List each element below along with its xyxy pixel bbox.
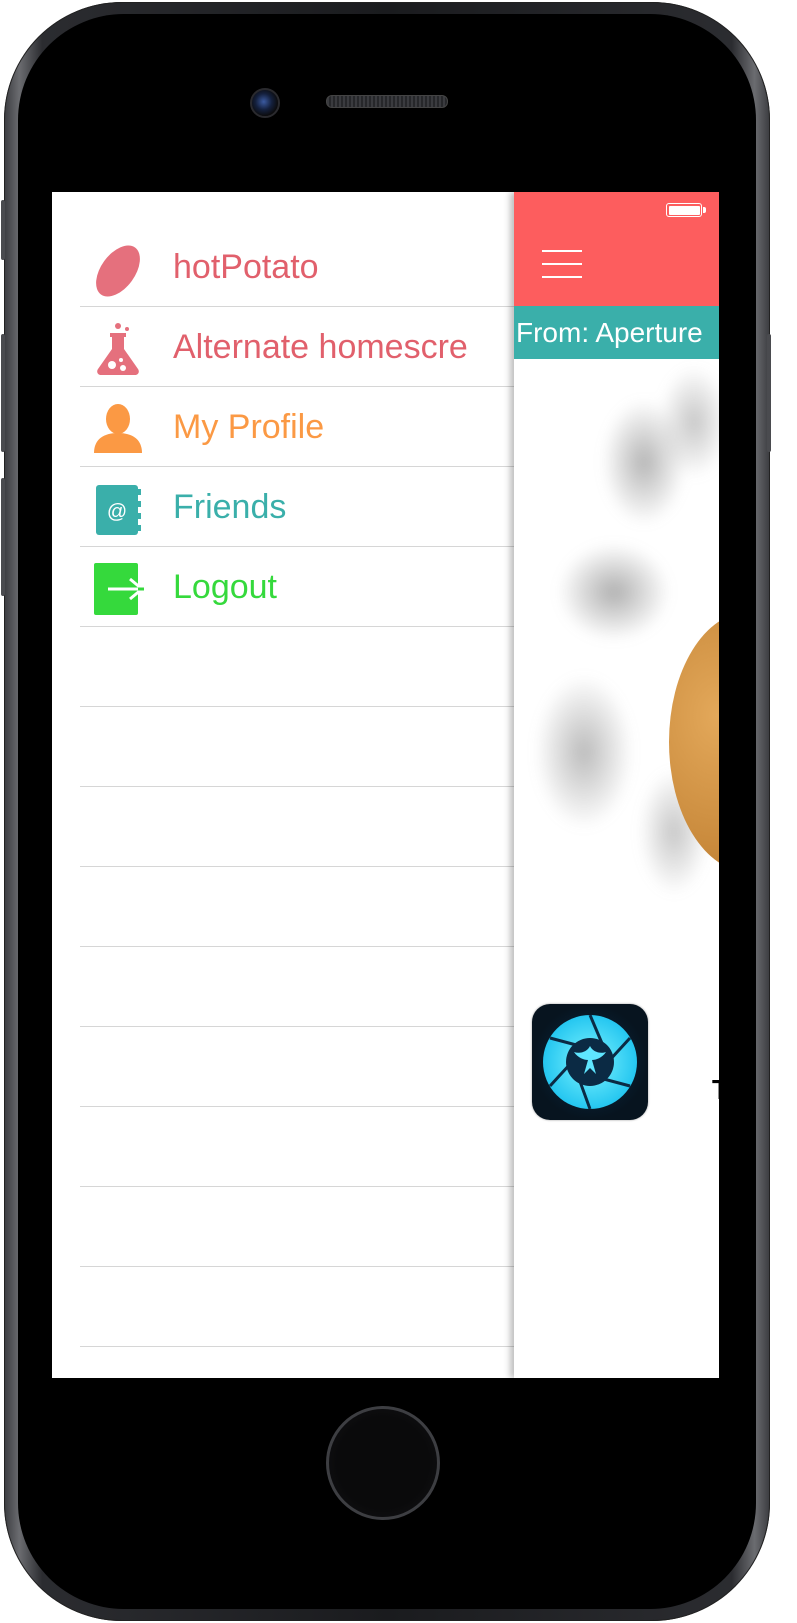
menu-label-hotpotato: hotPotato [173,248,319,286]
menu-item-hotpotato[interactable]: hotPotato [80,227,514,307]
address-book-at-glyph: @ [107,501,127,523]
menu-item-friends[interactable]: @ Friends [80,467,514,547]
hamburger-menu-button[interactable] [542,250,582,280]
mute-switch [1,200,5,260]
menu-label-alternate-homescreen: Alternate homescre [173,328,468,366]
side-menu: hotPotato Alternate homescre My Profile [52,192,514,1378]
from-banner: From: Aperture [514,306,719,359]
potato-icon [96,245,140,297]
logout-icon [94,563,144,615]
menu-label-logout: Logout [173,568,277,606]
menu-item-logout[interactable]: Logout [80,547,514,627]
main-content-panel[interactable]: From: Aperture [514,192,719,1378]
person-icon [94,404,142,453]
menu-separator [80,1026,514,1027]
earpiece-speaker [326,95,448,108]
app-screen: hotPotato Alternate homescre My Profile [52,192,719,1378]
smoke-image [524,362,719,922]
battery-icon [666,203,706,217]
flask-icon [97,323,139,375]
menu-separator [80,1186,514,1187]
menu-label-my-profile: My Profile [173,408,325,446]
menu-label-friends: Friends [173,488,287,526]
power-button [767,334,771,452]
menu-separator [80,1106,514,1107]
menu-separator [80,786,514,787]
volume-down-button [1,478,5,596]
nav-bar [514,192,719,306]
menu-item-alternate-homescreen[interactable]: Alternate homescre [80,307,514,387]
volume-up-button [1,334,5,452]
menu-separator [80,946,514,947]
menu-separator [80,866,514,867]
home-button[interactable] [326,1406,440,1520]
front-camera [250,88,280,118]
menu-separator [80,1346,514,1347]
address-book-icon: @ [96,485,141,535]
truncated-text: T [712,1074,719,1106]
aperture-phoenix-icon[interactable] [532,1004,648,1120]
menu-separator [80,1266,514,1267]
menu-item-my-profile[interactable]: My Profile [80,387,514,467]
menu-separator [80,706,514,707]
